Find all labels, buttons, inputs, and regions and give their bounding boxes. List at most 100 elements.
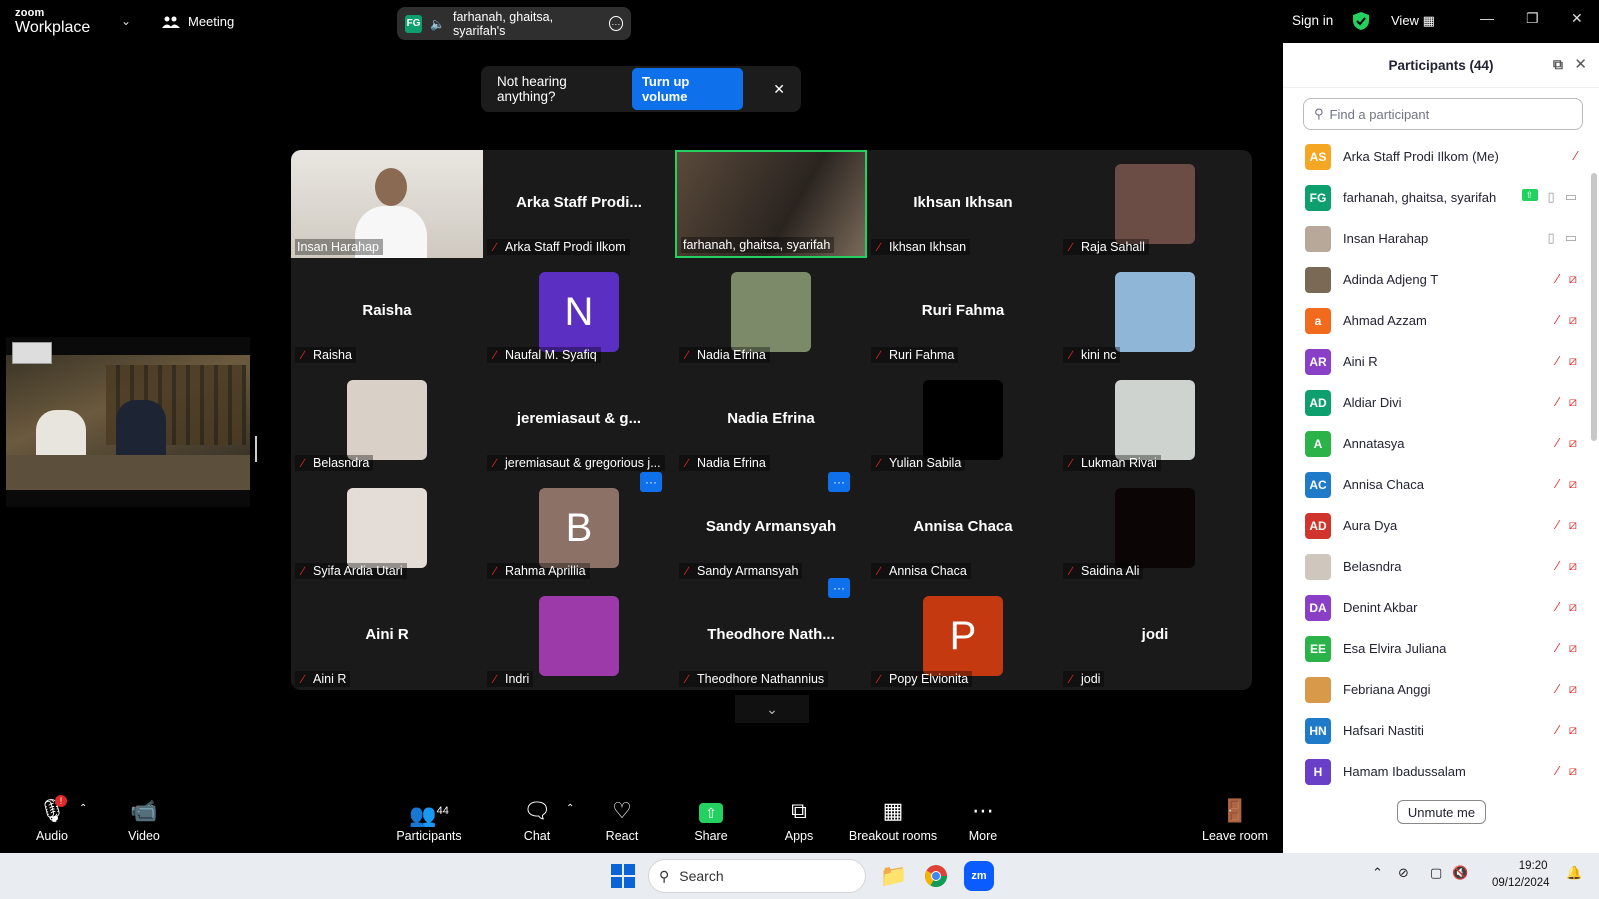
apps-label: Apps: [784, 829, 814, 843]
next-page-chevron-icon[interactable]: ⌄: [735, 695, 809, 723]
display-icon[interactable]: ▢: [1430, 865, 1442, 881]
participant-row[interactable]: AR Aini R ∕ ⧄: [1283, 341, 1589, 382]
leave-room-button[interactable]: 🚪 Leave room: [1202, 797, 1268, 843]
tile-name-text: jeremiasaut & gregorious j...: [505, 456, 661, 470]
participant-row[interactable]: AD Aldiar Divi ∕ ⧄: [1283, 382, 1589, 423]
video-tile[interactable]: Ruri Fahma ∕ Ruri Fahma: [867, 258, 1059, 366]
video-tile[interactable]: Theodhore Nath... ∕ Theodhore Nathannius: [675, 582, 867, 690]
participant-row[interactable]: Insan Harahap ▯ ▭: [1283, 218, 1589, 259]
scrollbar[interactable]: [1591, 173, 1597, 441]
participant-row[interactable]: Febriana Anggi ∕ ⧄: [1283, 669, 1589, 710]
tile-options-button[interactable]: ···: [640, 472, 662, 492]
apps-button[interactable]: ⧉ Apps: [783, 797, 815, 843]
video-tile[interactable]: N ∕ Naufal M. Syafiq: [483, 258, 675, 366]
breakout-rooms-button[interactable]: ▦ Breakout rooms: [846, 797, 940, 843]
video-tile[interactable]: ∕ Indri: [483, 582, 675, 690]
participant-row[interactable]: Adinda Adjeng T ∕ ⧄: [1283, 259, 1589, 300]
minimize-icon[interactable]: —: [1480, 10, 1494, 26]
meeting-info-button[interactable]: Meeting: [162, 14, 234, 29]
participant-avatar: H: [1305, 758, 1331, 785]
tray-overflow-icon[interactable]: ⌃: [1372, 865, 1383, 881]
chat-options-chevron-icon[interactable]: ⌃: [566, 803, 574, 814]
taskbar-search-input[interactable]: ⚲ Search: [648, 859, 866, 893]
close-notice-icon[interactable]: ✕: [773, 81, 785, 98]
participant-row[interactable]: AC Annisa Chaca ∕ ⧄: [1283, 464, 1589, 505]
popout-icon[interactable]: ⧉: [1553, 56, 1563, 73]
participant-row[interactable]: A Annatasya ∕ ⧄: [1283, 423, 1589, 464]
video-tile[interactable]: Arka Staff Prodi... ∕ Arka Staff Prodi Ilk…: [483, 150, 675, 258]
video-tile[interactable]: ∕ Yulian Sabila: [867, 366, 1059, 474]
audio-button[interactable]: 🎙! Audio: [33, 795, 71, 843]
chat-button[interactable]: 🗨 Chat: [521, 797, 553, 843]
mic-muted-icon: ∕: [877, 564, 880, 578]
video-tile[interactable]: ∕ Belasndra: [291, 366, 483, 474]
participants-button[interactable]: 👥44 Participants: [394, 797, 464, 843]
mic-muted-icon: ∕: [1069, 564, 1072, 578]
shared-screen-thumbnail[interactable]: [6, 337, 250, 507]
notification-bell-icon[interactable]: 🔔: [1566, 865, 1582, 881]
screen-share-pill[interactable]: FG 🔈 farhanah, ghaitsa, syarifah's ···: [397, 7, 631, 40]
restore-icon[interactable]: ❐: [1526, 10, 1539, 27]
participant-row[interactable]: AD Aura Dya ∕ ⧄: [1283, 505, 1589, 546]
video-tile[interactable]: Nadia Efrina ∕ Nadia Efrina: [675, 366, 867, 474]
close-panel-icon[interactable]: ✕: [1574, 55, 1587, 73]
mic-muted-icon: ∕: [1574, 148, 1577, 163]
video-tile[interactable]: ∕ Nadia Efrina: [675, 258, 867, 366]
tile-name-text: Yulian Sabila: [889, 456, 962, 470]
volume-muted-icon[interactable]: 🔇: [1452, 865, 1468, 881]
video-tile[interactable]: ∕ Raja Sahall: [1059, 150, 1251, 258]
video-tile[interactable]: jeremiasaut & g... ∕ jeremiasaut & gregori…: [483, 366, 675, 474]
participant-row[interactable]: DA Denint Akbar ∕ ⧄: [1283, 587, 1589, 628]
zoom-taskbar-icon[interactable]: zm: [964, 861, 994, 891]
mic-muted-icon: ∕: [301, 564, 304, 578]
unmute-me-button[interactable]: Unmute me: [1397, 800, 1486, 824]
video-tile[interactable]: farhanah, ghaitsa, syarifah: [675, 150, 867, 258]
video-tile[interactable]: P ∕ Popy Elvionita: [867, 582, 1059, 690]
mic-muted-icon: ∕: [1556, 763, 1559, 778]
taskbar-clock[interactable]: 19:20 09/12/2024: [1492, 858, 1550, 892]
windows-start-icon[interactable]: [611, 864, 635, 888]
video-tile[interactable]: ∕ Syifa Ardia Utari: [291, 474, 483, 582]
participant-row[interactable]: Belasndra ∕ ⧄: [1283, 546, 1589, 587]
participant-row[interactable]: FG farhanah, ghaitsa, syarifah ⇧ ▯ ▭: [1283, 177, 1589, 218]
more-options-icon[interactable]: ···: [608, 16, 623, 31]
chevron-down-icon[interactable]: ⌄: [121, 14, 131, 28]
pip-resize-handle[interactable]: [255, 436, 257, 462]
share-button[interactable]: ⇧ Share: [694, 797, 728, 843]
mic-muted-icon: ∕: [493, 672, 496, 686]
tile-options-button[interactable]: ···: [828, 578, 850, 598]
file-explorer-icon[interactable]: 📁: [880, 863, 907, 889]
sign-in-link[interactable]: Sign in: [1292, 13, 1333, 28]
participant-name: Adinda Adjeng T: [1343, 272, 1439, 287]
turn-up-volume-button[interactable]: Turn up volume: [631, 68, 744, 110]
video-button[interactable]: 📹 Video: [124, 797, 164, 843]
participant-row[interactable]: AS Arka Staff Prodi Ilkom (Me) ∕: [1283, 136, 1589, 177]
video-tile[interactable]: Ikhsan Ikhsan ∕ Ikhsan Ikhsan: [867, 150, 1059, 258]
react-button[interactable]: ♡ React: [604, 797, 640, 843]
video-tile[interactable]: Annisa Chaca ∕ Annisa Chaca: [867, 474, 1059, 582]
video-tile[interactable]: Raisha ∕ Raisha: [291, 258, 483, 366]
video-tile[interactable]: jodi ∕ jodi: [1059, 582, 1251, 690]
tile-options-button[interactable]: ···: [828, 472, 850, 492]
participant-row[interactable]: H Hamam Ibadussalam ∕ ⧄: [1283, 751, 1589, 792]
participant-photo: [347, 380, 427, 460]
chrome-icon[interactable]: [924, 864, 948, 888]
close-window-icon[interactable]: ✕: [1571, 10, 1583, 27]
video-tile[interactable]: Aini R ∕ Aini R: [291, 582, 483, 690]
view-button[interactable]: View ▦: [1391, 13, 1435, 29]
audio-options-chevron-icon[interactable]: ⌃: [79, 803, 87, 814]
participant-row[interactable]: a Ahmad Azzam ∕ ⧄: [1283, 300, 1589, 341]
participant-row[interactable]: HN Hafsari Nastiti ∕ ⧄: [1283, 710, 1589, 751]
more-button[interactable]: ⋯ More: [965, 797, 1001, 843]
participant-row[interactable]: EE Esa Elvira Juliana ∕ ⧄: [1283, 628, 1589, 669]
video-tile[interactable]: ∕ kini nc: [1059, 258, 1251, 366]
participant-search-input[interactable]: ⚲ Find a participant: [1303, 98, 1583, 130]
video-tile[interactable]: ∕ Lukman Rivai: [1059, 366, 1251, 474]
network-icon[interactable]: ⊘: [1398, 865, 1409, 881]
participant-avatar: [1305, 225, 1331, 252]
video-tile[interactable]: Insan Harahap: [291, 150, 483, 258]
video-tile[interactable]: ∕ Saidina Ali: [1059, 474, 1251, 582]
sharing-icon: ⇧: [1521, 189, 1538, 201]
security-shield-icon[interactable]: [1352, 11, 1370, 31]
mic-muted-icon: ∕: [1556, 271, 1559, 286]
